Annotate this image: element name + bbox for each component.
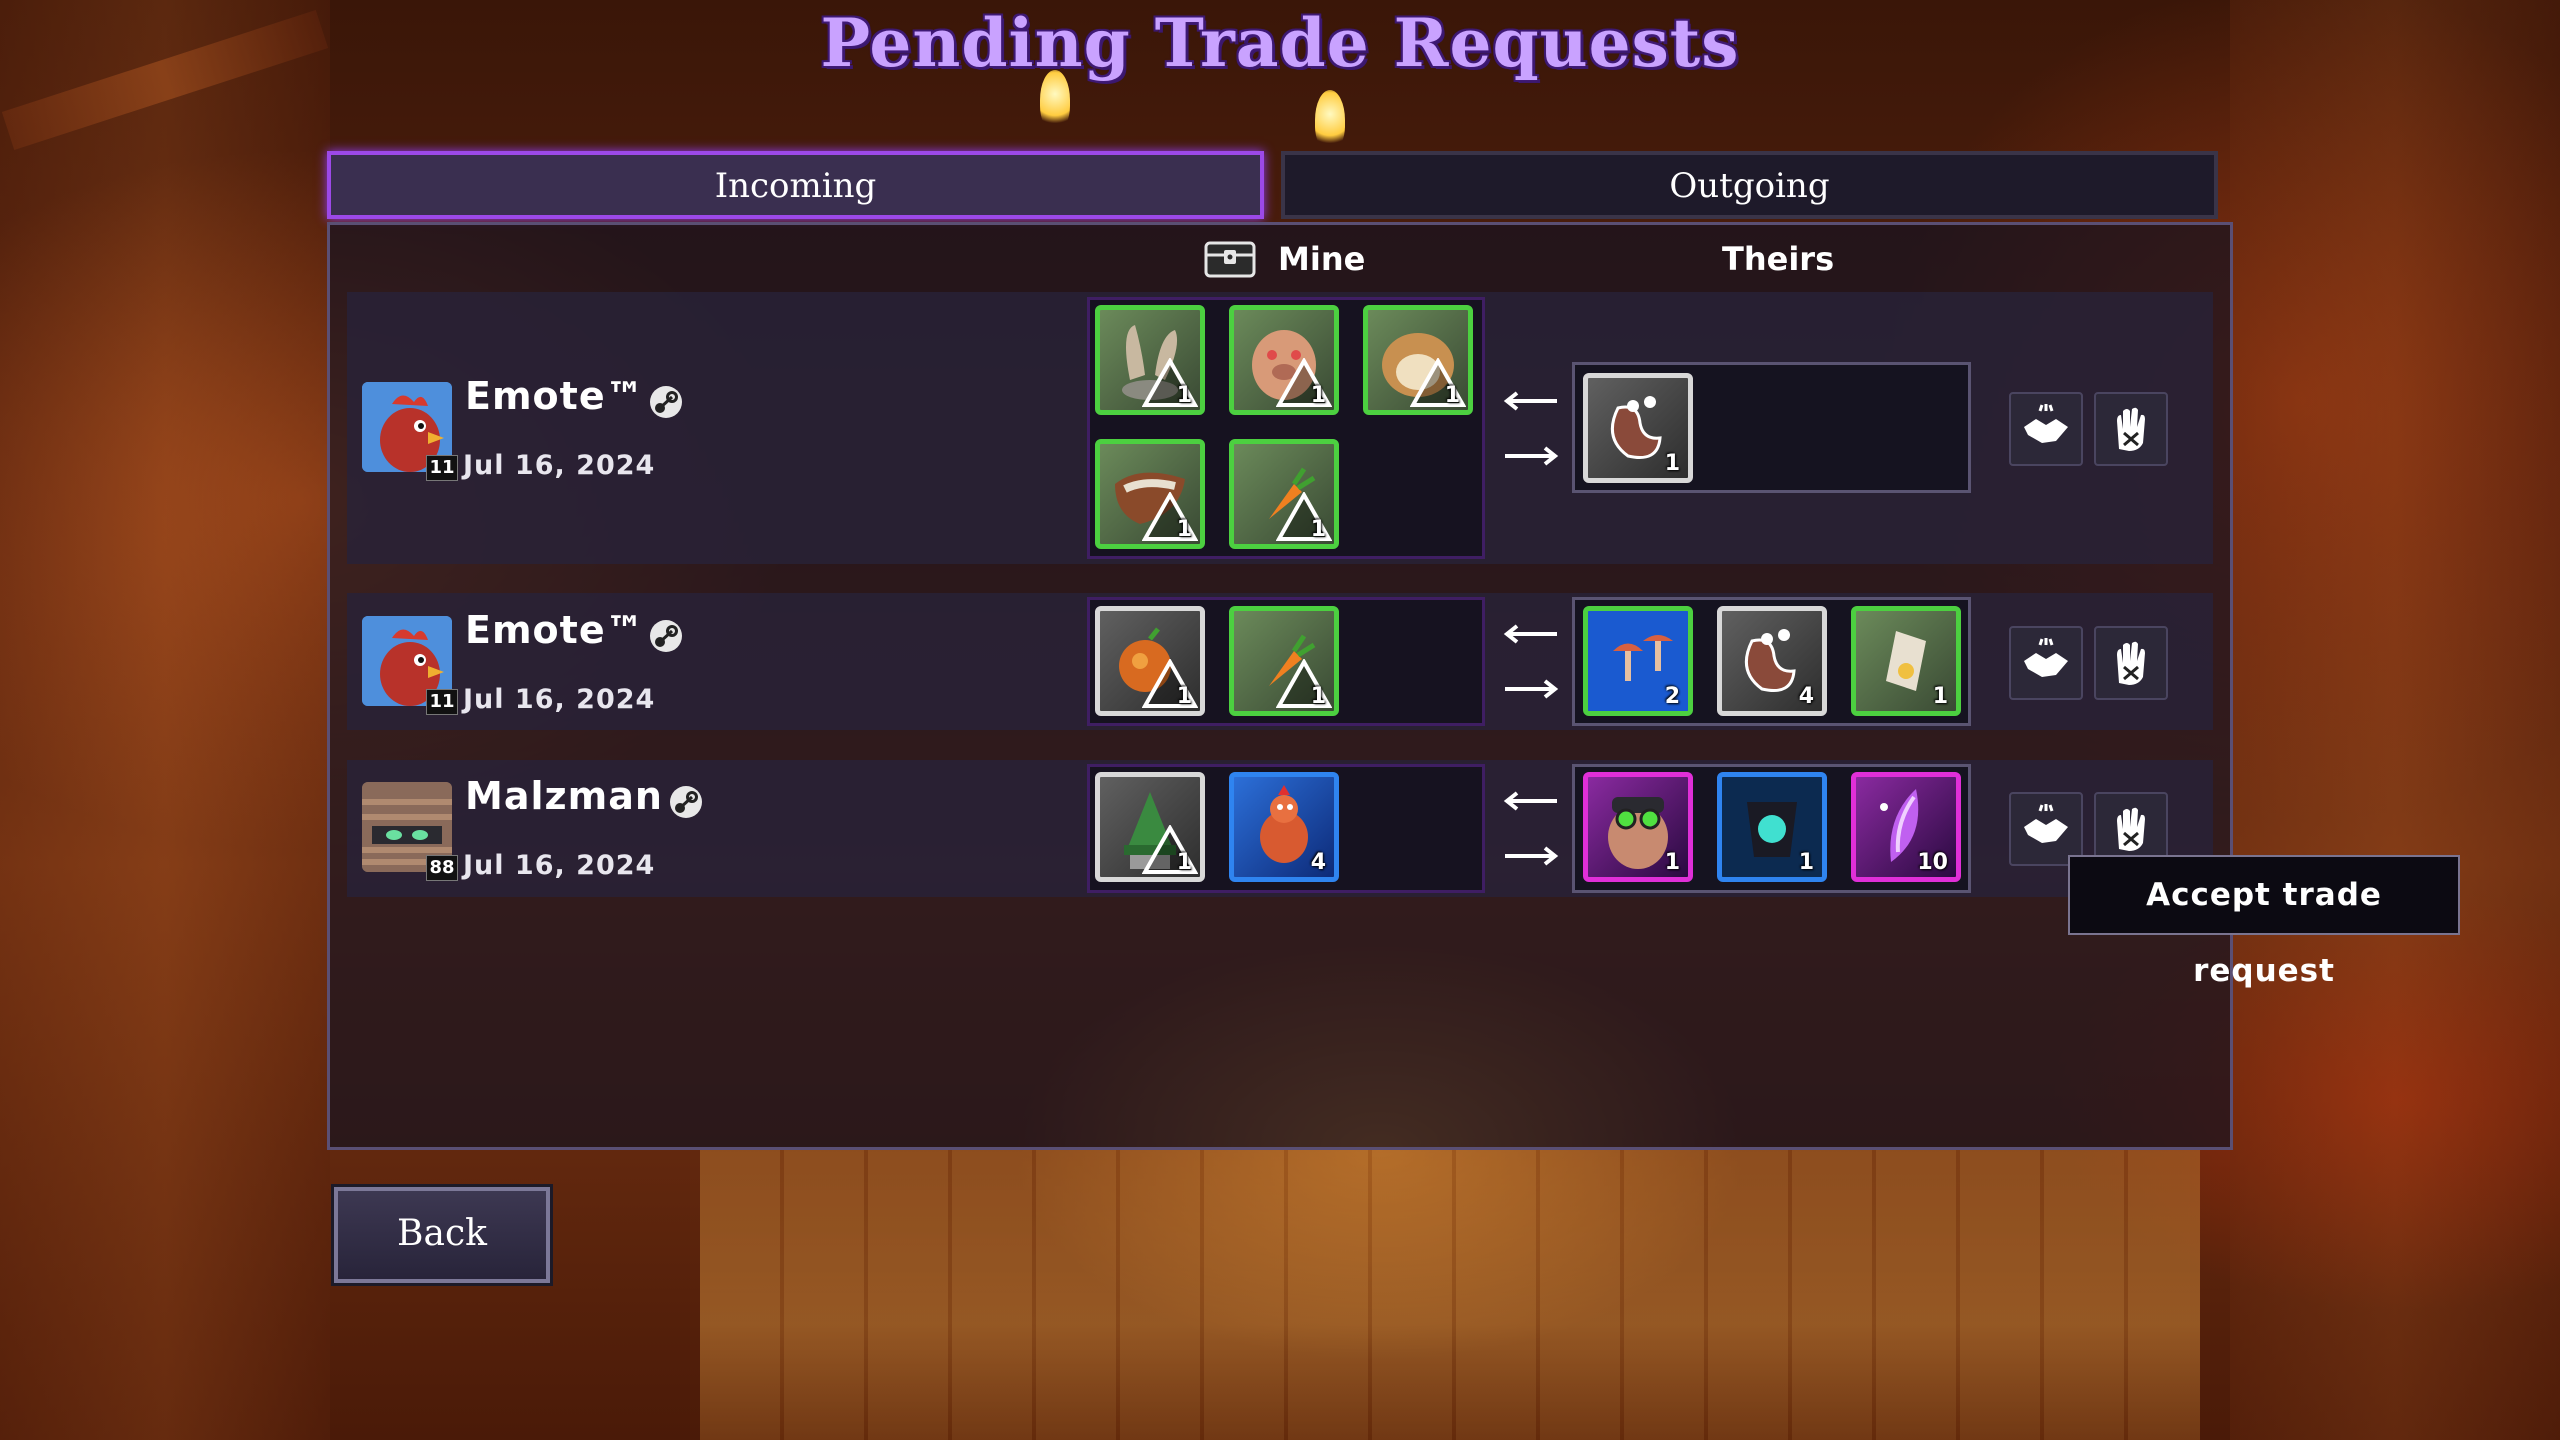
accept-tooltip: Accept trade request bbox=[2068, 855, 2460, 989]
steam-icon bbox=[670, 786, 702, 818]
fur-pelt-item[interactable]: 1 bbox=[1363, 305, 1473, 415]
arrow-right-icon bbox=[1505, 679, 1559, 699]
column-header-theirs: Theirs bbox=[1722, 240, 1835, 278]
mushroom-item[interactable]: 2 bbox=[1583, 606, 1693, 716]
accept-trade-button[interactable] bbox=[2009, 392, 2083, 466]
handshake-icon bbox=[2024, 804, 2068, 843]
carrot-item[interactable]: 1 bbox=[1229, 606, 1339, 716]
orange-item[interactable]: 1 bbox=[1095, 606, 1205, 716]
rabbit-ears-item[interactable]: 1 bbox=[1095, 305, 1205, 415]
tab-incoming[interactable]: Incoming bbox=[327, 151, 1264, 219]
chest-icon bbox=[1204, 241, 1256, 278]
bean-item[interactable]: 4 bbox=[1717, 606, 1827, 716]
meat-chunk-item[interactable]: 1 bbox=[1095, 439, 1205, 549]
arrow-left-icon bbox=[1503, 791, 1557, 811]
hand-stop-icon bbox=[2117, 641, 2145, 685]
accept-trade-button[interactable] bbox=[2009, 626, 2083, 700]
tab-outgoing[interactable]: Outgoing bbox=[1281, 151, 2218, 219]
trade-date: Jul 16, 2024 bbox=[463, 684, 656, 715]
wizard-hat-item[interactable]: 1 bbox=[1095, 772, 1205, 882]
arrow-left-icon bbox=[1503, 624, 1557, 644]
hand-stop-icon bbox=[2117, 407, 2145, 451]
pig-face-item[interactable]: 1 bbox=[1229, 305, 1339, 415]
candle-flame-icon bbox=[1315, 90, 1345, 150]
arrow-right-icon bbox=[1505, 446, 1559, 466]
arrow-right-icon bbox=[1505, 846, 1559, 866]
handshake-icon bbox=[2024, 638, 2068, 677]
glowing-cloak-item[interactable]: 1 bbox=[1717, 772, 1827, 882]
trade-date: Jul 16, 2024 bbox=[463, 850, 656, 881]
flower-item[interactable]: 1 bbox=[1851, 606, 1961, 716]
steam-icon bbox=[650, 386, 682, 418]
arrow-left-icon bbox=[1503, 391, 1557, 411]
trade-date: Jul 16, 2024 bbox=[463, 450, 656, 481]
page-title: Pending Trade Requests bbox=[820, 4, 1740, 82]
carrot-item[interactable]: 1 bbox=[1229, 439, 1339, 549]
player-level-badge: 11 bbox=[426, 455, 458, 481]
chicken-creature-item[interactable]: 4 bbox=[1229, 772, 1339, 882]
decline-trade-button[interactable] bbox=[2094, 626, 2168, 700]
bean-item[interactable]: 1 bbox=[1583, 373, 1693, 483]
player-name[interactable]: Emote™ bbox=[465, 374, 645, 418]
column-header-mine: Mine bbox=[1278, 240, 1366, 278]
back-button[interactable]: Back bbox=[331, 1184, 553, 1286]
background-floor bbox=[700, 1150, 2200, 1440]
steam-icon bbox=[650, 620, 682, 652]
player-level-badge: 11 bbox=[426, 689, 458, 715]
goggles-man-item[interactable]: 1 bbox=[1583, 772, 1693, 882]
hand-stop-icon bbox=[2117, 807, 2145, 851]
player-name[interactable]: Malzman bbox=[465, 774, 663, 818]
crystal-shard-item[interactable]: 10 bbox=[1851, 772, 1961, 882]
background-wall-left bbox=[0, 0, 330, 1440]
player-name[interactable]: Emote™ bbox=[465, 608, 645, 652]
handshake-icon bbox=[2024, 404, 2068, 443]
background-wall-right bbox=[2230, 0, 2560, 1440]
decline-trade-button[interactable] bbox=[2094, 392, 2168, 466]
player-level-badge: 88 bbox=[426, 855, 458, 881]
